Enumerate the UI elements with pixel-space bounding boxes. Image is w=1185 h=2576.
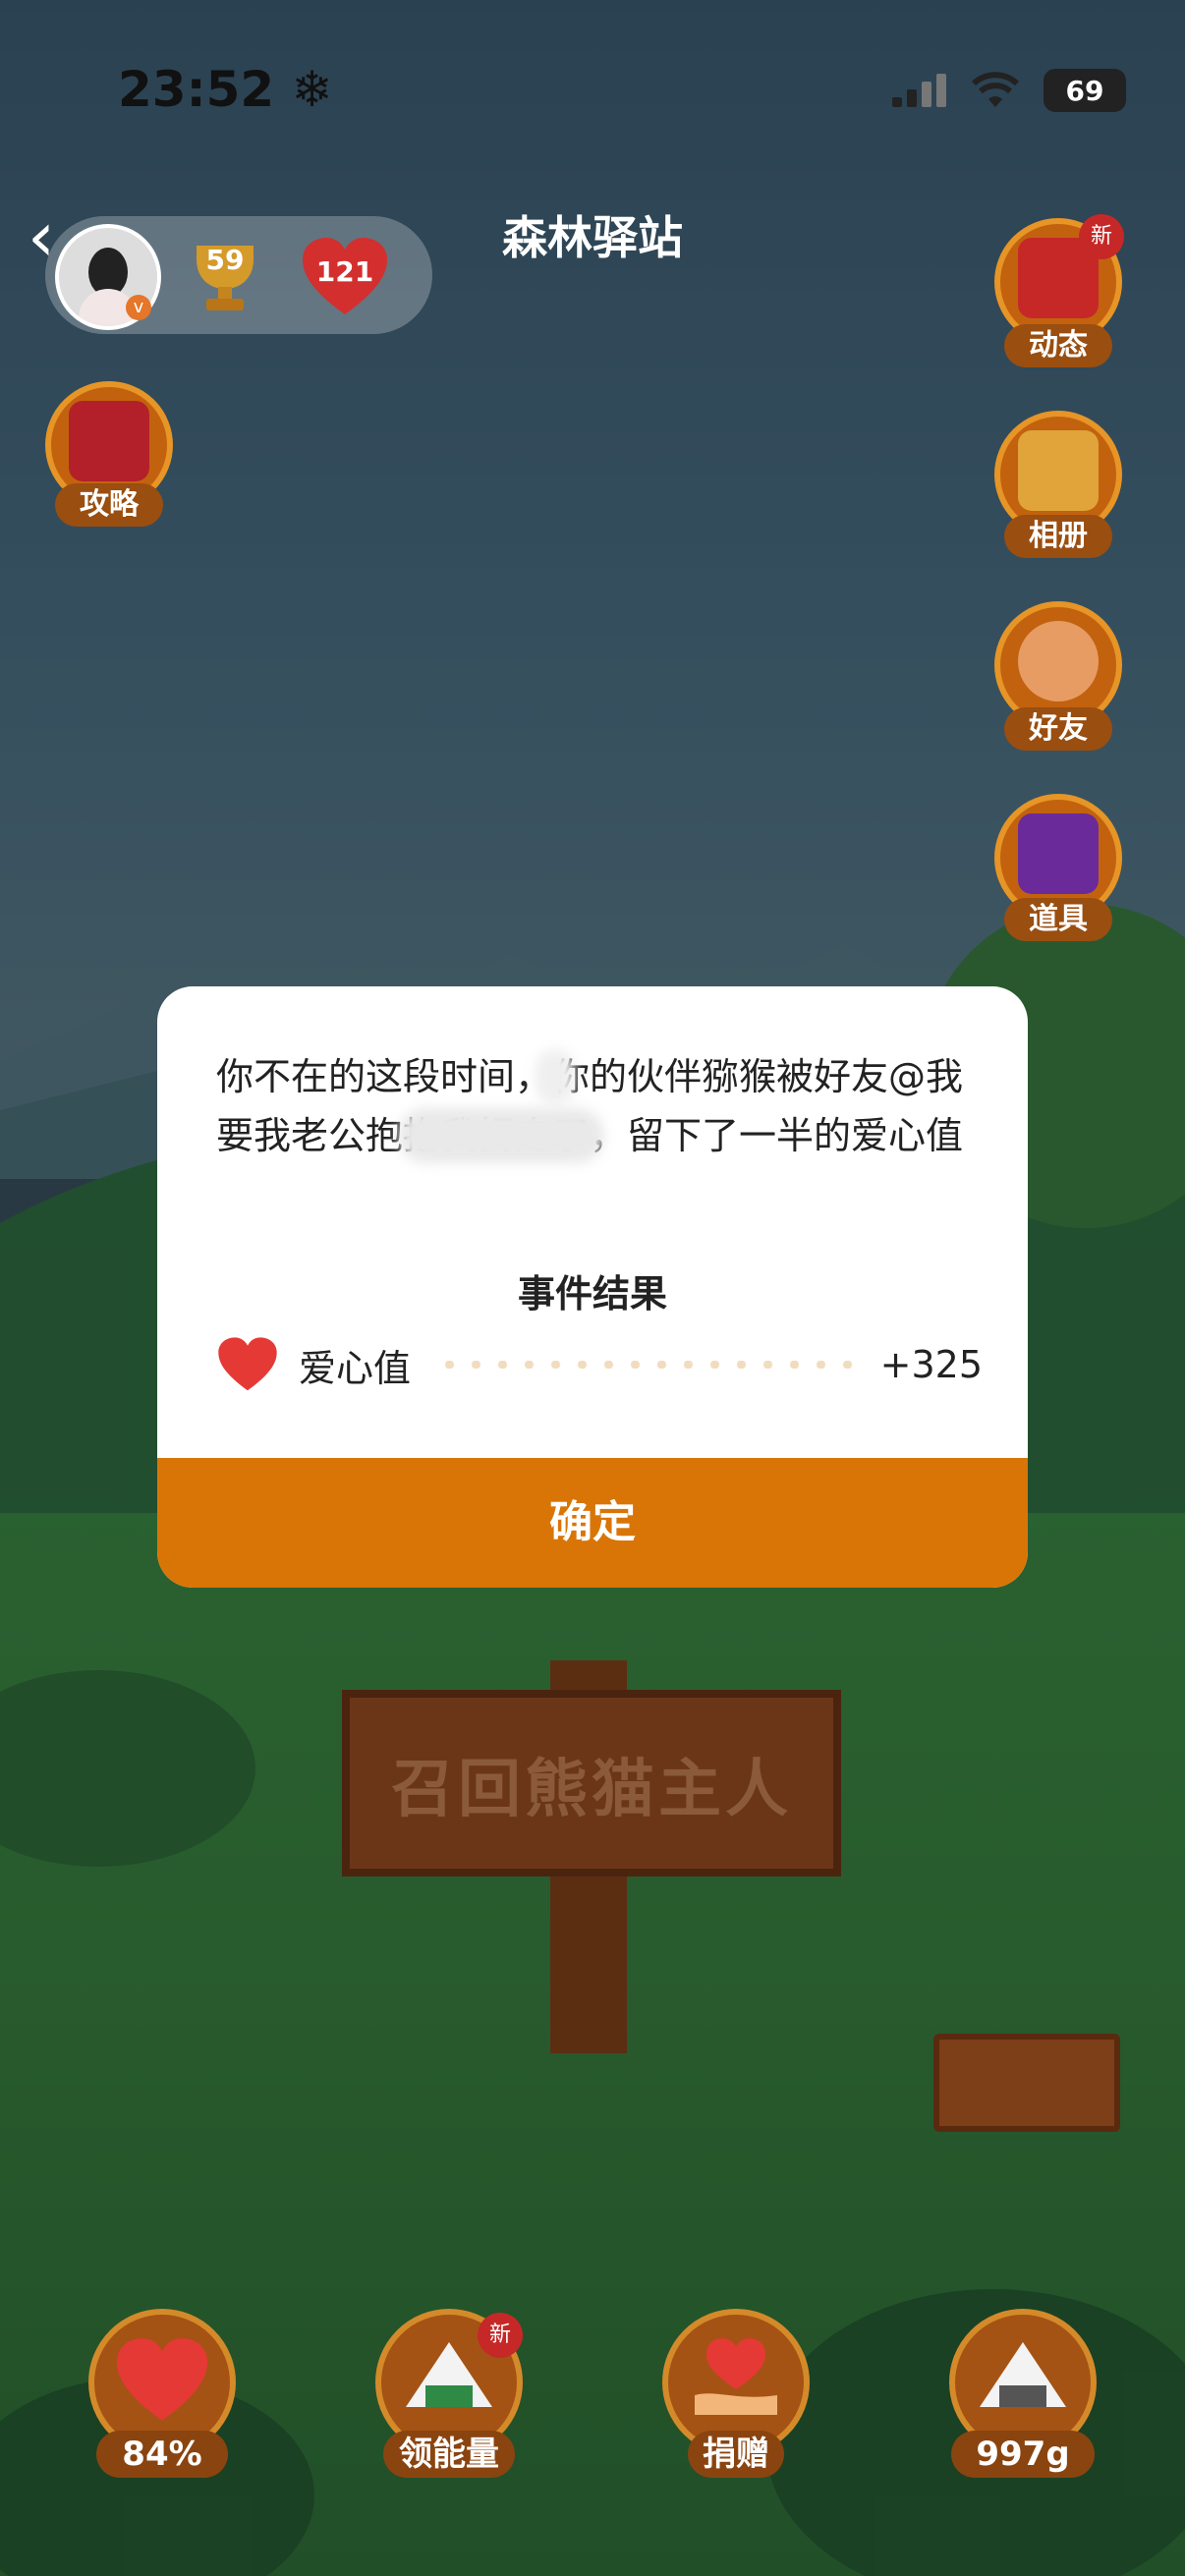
signal-icon xyxy=(892,74,946,107)
heart-hand-icon xyxy=(695,2338,777,2415)
redaction-blur xyxy=(398,1108,604,1163)
food-amount: 997g xyxy=(951,2431,1095,2478)
redaction-blur xyxy=(536,1049,575,1104)
heart-icon xyxy=(116,2338,208,2421)
snowflake-icon: ❄ xyxy=(291,61,333,118)
result-value: +325 xyxy=(879,1343,983,1386)
status-time: 23:52 ❄ xyxy=(118,61,332,118)
clock-text: 23:52 xyxy=(118,61,275,118)
sign-text: 召回熊猫主人 xyxy=(391,1754,792,1826)
strategy-label: 攻略 xyxy=(55,483,163,527)
heart-count: 121 xyxy=(315,255,374,288)
event-result-title: 事件结果 xyxy=(517,1272,667,1316)
love-percent: 84% xyxy=(96,2431,228,2478)
feed-new-badge: 新 xyxy=(1079,214,1124,259)
friends-icon xyxy=(1018,621,1099,701)
battery-text: 69 xyxy=(1065,74,1104,107)
battery-indicator: 69 xyxy=(1044,69,1126,112)
dotted-leader xyxy=(436,1361,855,1369)
feed-label: 动态 xyxy=(1004,324,1112,367)
items-label: 道具 xyxy=(1004,898,1112,941)
friends-label: 好友 xyxy=(1004,707,1112,751)
rice-ball-icon xyxy=(980,2342,1066,2407)
event-dialog: 你不在的这段时间，你的伙伴猕猴被好友@我要我老公抱抱我拐走了，留下了一半的爱心值… xyxy=(157,986,1028,1588)
book-icon xyxy=(69,401,149,481)
result-label: 爱心值 xyxy=(299,1346,412,1390)
wooden-crate xyxy=(933,2034,1120,2132)
donate-label: 捐赠 xyxy=(688,2431,784,2478)
energy-new-badge: 新 xyxy=(478,2313,523,2358)
toolbox-icon xyxy=(1018,813,1099,894)
trophy-count: 59 xyxy=(205,244,245,276)
energy-label: 领能量 xyxy=(383,2431,515,2478)
wifi-icon xyxy=(971,72,1020,107)
photo-icon xyxy=(1018,430,1099,511)
confirm-button[interactable]: 确定 xyxy=(157,1458,1028,1588)
heart-icon xyxy=(218,1337,277,1391)
status-icons: 69 xyxy=(892,69,1126,112)
album-label: 相册 xyxy=(1004,515,1112,558)
result-row: 爱心值 +325 xyxy=(216,1330,983,1399)
verified-badge: v xyxy=(126,295,151,320)
